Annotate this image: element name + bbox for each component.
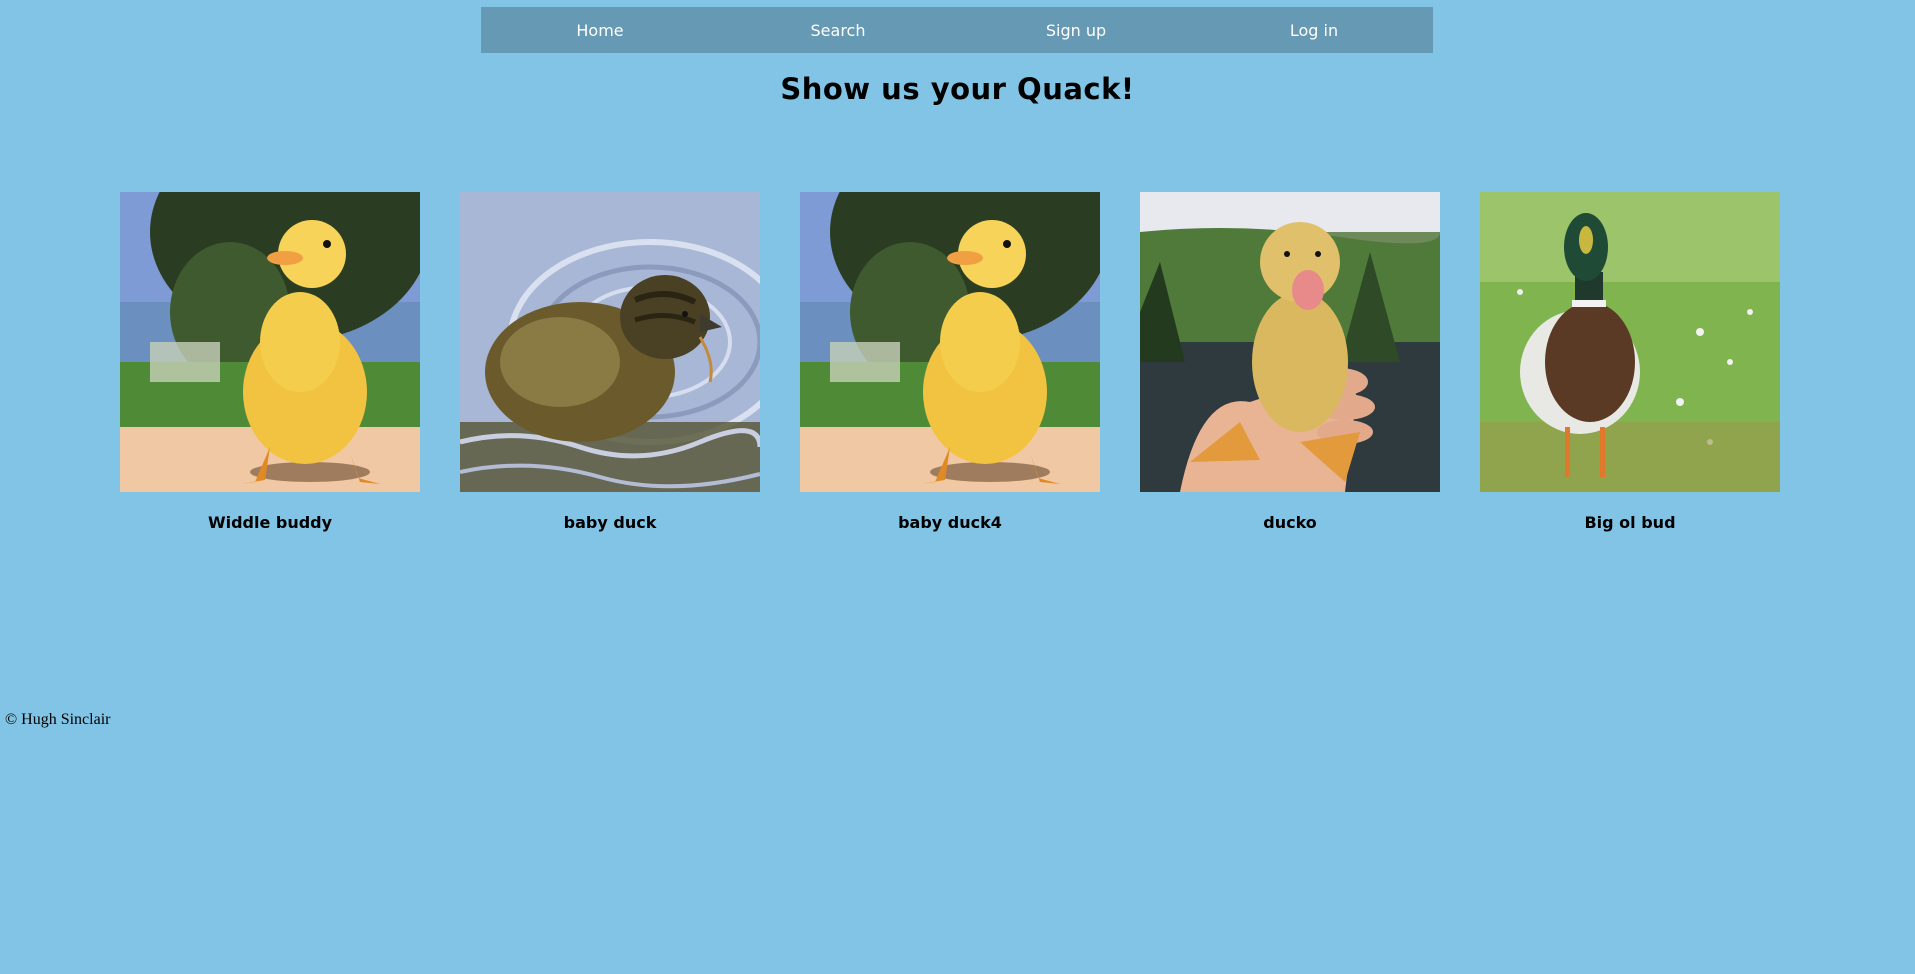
nav-home[interactable]: Home: [481, 7, 719, 53]
yellow-duckling-photo[interactable]: [800, 192, 1100, 492]
nav-search[interactable]: Search: [719, 7, 957, 53]
footer-copyright: © Hugh Sinclair: [5, 711, 111, 728]
gallery-caption[interactable]: Widdle buddy: [120, 513, 420, 532]
duck-gallery: Widdle buddy baby duck baby duck4 ducko …: [120, 192, 1780, 532]
gallery-card[interactable]: baby duck4: [800, 192, 1100, 532]
duckling-in-water-photo[interactable]: [460, 192, 760, 492]
gallery-caption[interactable]: baby duck: [460, 513, 760, 532]
gallery-card[interactable]: Widdle buddy: [120, 192, 420, 532]
gallery-caption[interactable]: baby duck4: [800, 513, 1100, 532]
gallery-card[interactable]: Big ol bud: [1480, 192, 1780, 532]
gallery-caption[interactable]: Big ol bud: [1480, 513, 1780, 532]
nav-log-in[interactable]: Log in: [1195, 7, 1433, 53]
mallard-duck-photo[interactable]: [1480, 192, 1780, 492]
yellow-duckling-photo[interactable]: [120, 192, 420, 492]
gallery-card[interactable]: baby duck: [460, 192, 760, 532]
gallery-caption[interactable]: ducko: [1140, 513, 1440, 532]
duckling-in-hand-photo[interactable]: [1140, 192, 1440, 492]
page-title: Show us your Quack!: [780, 72, 1135, 106]
nav-sign-up[interactable]: Sign up: [957, 7, 1195, 53]
gallery-card[interactable]: ducko: [1140, 192, 1440, 532]
top-nav: Home Search Sign up Log in: [481, 7, 1433, 53]
